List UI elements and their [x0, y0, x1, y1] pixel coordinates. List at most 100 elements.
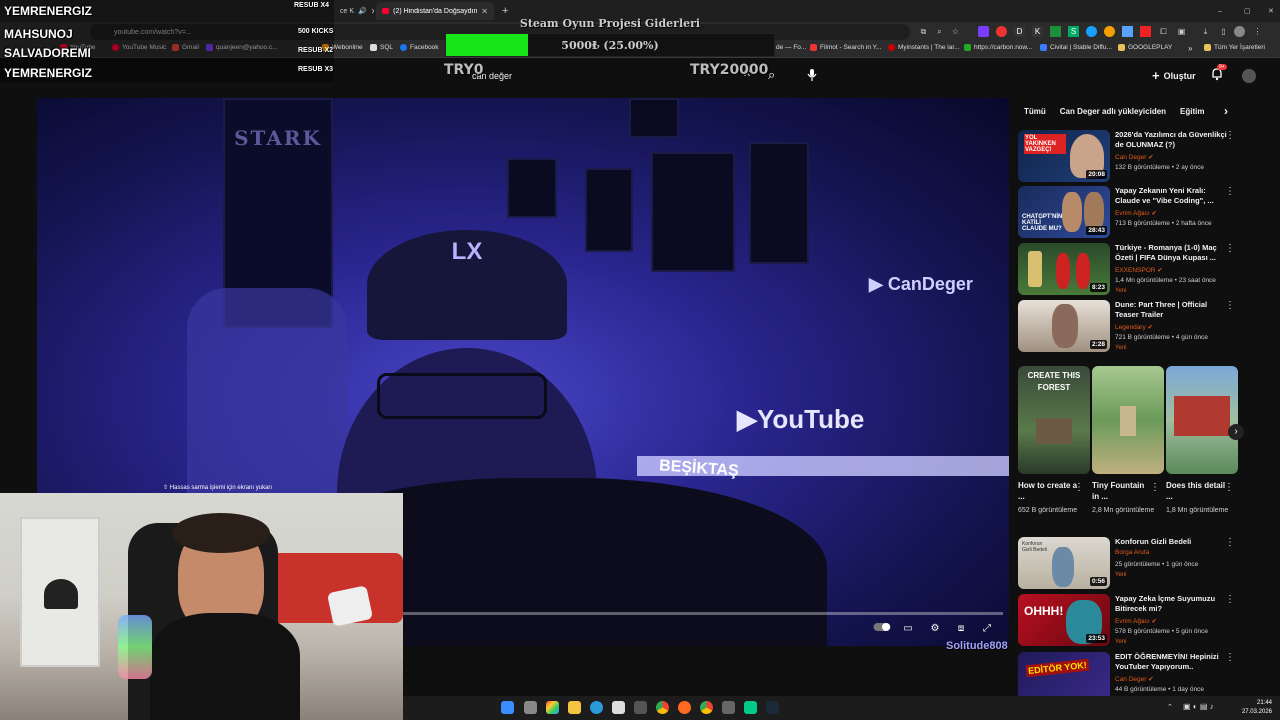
extension-icon[interactable]	[996, 26, 1007, 37]
shorts-next-arrow-icon[interactable]: ›	[1228, 424, 1244, 440]
bookmark-folder[interactable]: GOOGLEPLAY	[1118, 44, 1172, 51]
list-item[interactable]: Konforun Gizli Bedeli 0:56 Konforun Gizl…	[1018, 537, 1243, 589]
screen-cast-icon[interactable]: ⧉	[918, 26, 929, 37]
more-bookmarks-icon[interactable]: »	[1188, 44, 1192, 53]
bookmark-item[interactable]: de — Fo...	[776, 44, 806, 51]
short-thumbnail[interactable]: CREATE THIS FOREST	[1018, 366, 1090, 474]
more-options-icon[interactable]: ⋮	[1225, 243, 1235, 254]
more-options-icon[interactable]: ⋮	[1225, 652, 1235, 663]
speaker-icon[interactable]: 🔊	[358, 7, 367, 15]
short-title[interactable]: How to create a ...	[1018, 480, 1078, 502]
extension-icon[interactable]	[1140, 26, 1151, 37]
task-view-icon[interactable]	[524, 701, 537, 714]
notifications-bell-icon[interactable]: 9+	[1210, 64, 1227, 86]
chevron-right-icon[interactable]: ›	[1224, 104, 1228, 118]
account-avatar[interactable]	[1242, 69, 1256, 83]
extension-icon[interactable]	[1050, 26, 1061, 37]
system-clock[interactable]: 21:44 27.03.2026	[1242, 699, 1272, 717]
minimize-icon[interactable]: –	[1212, 2, 1226, 20]
extension-icon[interactable]	[978, 26, 989, 37]
list-item[interactable]: 2:28 Dune: Part Three | Official Teaser …	[1018, 300, 1243, 352]
create-button[interactable]: + Oluştur	[1152, 68, 1196, 83]
extensions-menu-icon[interactable]: ▣	[1176, 26, 1187, 37]
video-thumbnail[interactable]: CHATGPT'NİN KATİLİ CLAUDE MU? 28:43	[1018, 186, 1110, 238]
chip-all[interactable]: Tümü	[1024, 107, 1046, 116]
subtitles-icon[interactable]: ▭	[900, 622, 916, 636]
list-item[interactable]: EDİTÖR YOK! EDIT ÖĞRENMEYİN! Hepinizi Yo…	[1018, 652, 1243, 696]
edge-icon[interactable]	[590, 701, 603, 714]
list-item[interactable]: OHHH! 23:53 Yapay Zeka İçme Suyumuzu Bit…	[1018, 594, 1243, 646]
firefox-icon[interactable]	[678, 701, 691, 714]
video-title[interactable]: Yapay Zekanın Yeni Kralı: Claude ve "Vib…	[1115, 186, 1227, 206]
start-menu-icon[interactable]	[501, 701, 514, 714]
settings-gear-icon[interactable]	[722, 701, 735, 714]
more-options-icon[interactable]: ⋮	[1225, 186, 1235, 197]
more-options-icon[interactable]: ⋮	[1150, 482, 1160, 493]
list-item[interactable]: 8:23 Türkiye - Romanya (1-0) Maç Özeti |…	[1018, 243, 1243, 295]
search-icon[interactable]: ⌕	[768, 67, 775, 83]
steam-icon[interactable]	[766, 701, 779, 714]
video-title[interactable]: Konforun Gizli Bedeli	[1115, 537, 1227, 547]
bookmark-folder[interactable]: Tüm Yer İşaretleri	[1204, 44, 1265, 51]
channel-name[interactable]: Legendary ✔	[1115, 323, 1153, 331]
chip-uploader[interactable]: Can Deger adlı yükleyiciden	[1060, 107, 1166, 116]
app-icon[interactable]	[546, 701, 559, 714]
download-icon[interactable]: ⤓	[1200, 26, 1211, 37]
list-item[interactable]: YOL YAKINKEN VAZGEÇ! 20:08 2026'da Yazıl…	[1018, 130, 1243, 182]
chrome-icon[interactable]	[656, 701, 669, 714]
autoplay-toggle[interactable]	[873, 622, 891, 636]
tray-chevron-icon[interactable]: ⌃	[1167, 703, 1173, 711]
video-title[interactable]: Türkiye - Romanya (1-0) Maç Özeti | FIFA…	[1115, 243, 1227, 263]
sidebar-toggle-icon[interactable]: ▯	[1218, 26, 1229, 37]
video-progress-bar[interactable]	[403, 612, 1003, 615]
extension-icon[interactable]	[1104, 26, 1115, 37]
profile-avatar-icon[interactable]	[1234, 26, 1245, 37]
video-thumbnail[interactable]: OHHH! 23:53	[1018, 594, 1110, 646]
more-options-icon[interactable]: ⋮	[1074, 482, 1084, 493]
video-title[interactable]: Yapay Zeka İçme Suyumuzu Bitirecek mi?	[1115, 594, 1227, 614]
channel-name[interactable]: Borga Aruta	[1115, 549, 1149, 556]
maximize-icon[interactable]: ▢	[1238, 2, 1252, 20]
video-thumbnail[interactable]: 8:23	[1018, 243, 1110, 295]
short-title[interactable]: Tiny Fountain in ...	[1092, 480, 1152, 502]
bookmark-star-icon[interactable]: ☆	[950, 26, 961, 37]
video-thumbnail[interactable]: 2:28	[1018, 300, 1110, 352]
extensions-puzzle-icon[interactable]: ⧠	[1158, 26, 1169, 37]
tray-icons[interactable]: ▣ ◐ ▤ ♪	[1183, 702, 1214, 711]
fullscreen-icon[interactable]: ⤢	[979, 622, 995, 636]
more-options-icon[interactable]: ⋮	[1224, 482, 1234, 493]
miniplayer-icon[interactable]: ⧈	[953, 622, 969, 636]
chrome-icon[interactable]	[700, 701, 713, 714]
video-title[interactable]: Dune: Part Three | Official Teaser Trail…	[1115, 300, 1227, 320]
file-explorer-icon[interactable]	[568, 701, 581, 714]
extension-icon[interactable]	[1122, 26, 1133, 37]
bookmark-item[interactable]: Filmot - Search in Y...	[810, 44, 882, 51]
app-icon[interactable]	[634, 701, 647, 714]
bookmark-item[interactable]: https://carbon.now...	[964, 44, 1032, 51]
zoom-icon[interactable]: ⌕	[934, 26, 945, 37]
bookmark-item[interactable]: SQL	[370, 44, 393, 51]
more-options-icon[interactable]: ⋮	[1225, 130, 1235, 141]
chip-education[interactable]: Eğitim	[1180, 107, 1204, 116]
more-options-icon[interactable]: ⋮	[1225, 594, 1235, 605]
bookmark-item[interactable]: Facebook	[400, 44, 439, 51]
channel-name[interactable]: Can Deger ✔	[1115, 675, 1154, 683]
list-item[interactable]: CHATGPT'NİN KATİLİ CLAUDE MU? 28:43 Yapa…	[1018, 186, 1243, 238]
video-title[interactable]: EDIT ÖĞRENMEYİN! Hepinizi YouTuber Yapıy…	[1115, 652, 1227, 672]
channel-name[interactable]: Evrim Ağacı ✔	[1115, 617, 1157, 625]
video-title[interactable]: 2026'da Yazılımcı da Güvenlikçi de OLUNM…	[1115, 130, 1227, 150]
extension-icon[interactable]: S	[1068, 26, 1079, 37]
video-thumbnail[interactable]: Konforun Gizli Bedeli 0:56	[1018, 537, 1110, 589]
channel-name[interactable]: Can Deger ✔	[1115, 153, 1154, 161]
extension-icon[interactable]: K	[1032, 26, 1043, 37]
window-close-icon[interactable]: ✕	[1262, 2, 1276, 20]
video-thumbnail[interactable]: EDİTÖR YOK!	[1018, 652, 1110, 696]
short-title[interactable]: Does this detail ...	[1166, 480, 1226, 502]
bookmark-item[interactable]: Civitai | Stable Diffu...	[1040, 44, 1112, 51]
channel-name[interactable]: EXXENSPOR ✔	[1115, 266, 1163, 274]
more-options-icon[interactable]: ⋮	[1225, 300, 1235, 311]
microphone-icon[interactable]	[806, 68, 818, 87]
short-thumbnail[interactable]	[1092, 366, 1164, 474]
app-icon[interactable]	[744, 701, 757, 714]
extension-icon[interactable]: D	[1014, 26, 1025, 37]
